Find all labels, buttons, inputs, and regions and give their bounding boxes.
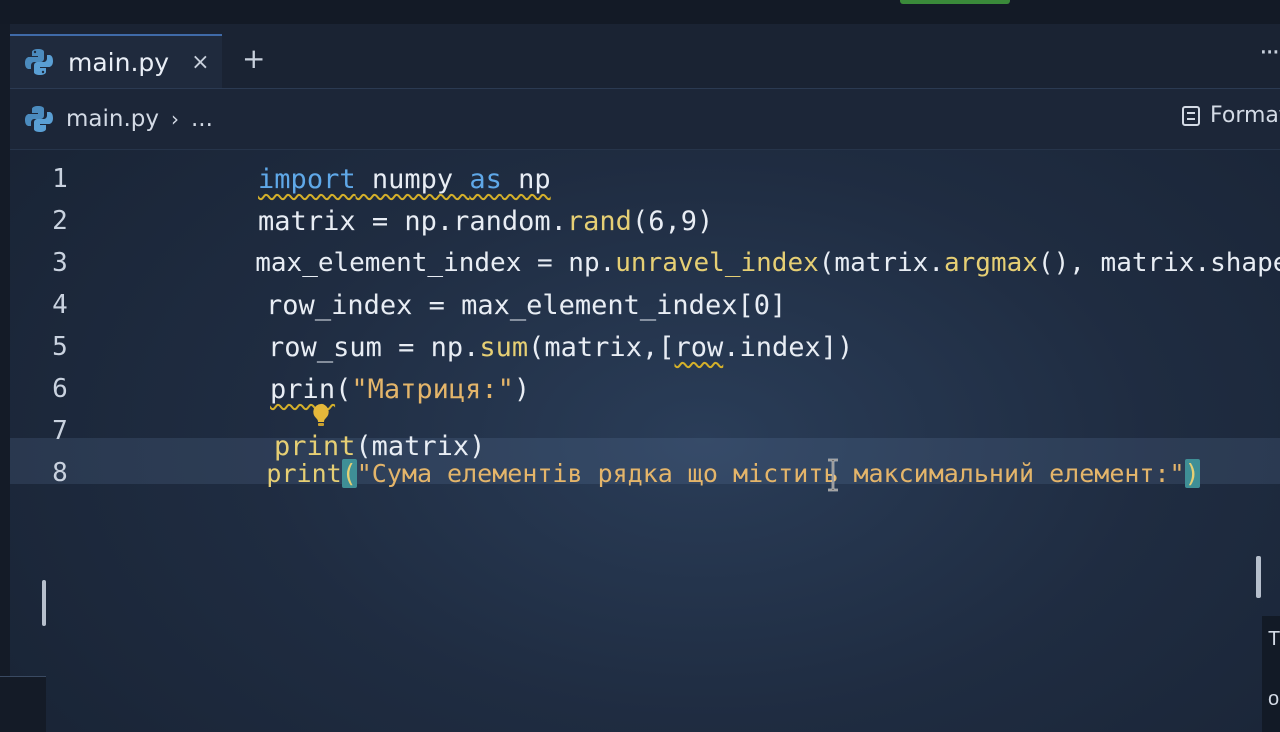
line-number: 7 xyxy=(52,416,68,446)
python-icon xyxy=(24,104,54,134)
tab-main-py[interactable]: main.py × xyxy=(10,34,222,88)
line-number: 6 xyxy=(52,374,68,404)
chevron-right-icon: › xyxy=(171,107,179,131)
code-token: row xyxy=(674,331,724,363)
matching-bracket: ( xyxy=(341,458,357,488)
more-actions-button[interactable]: ··· xyxy=(1259,38,1280,68)
line-number: 8 xyxy=(52,458,68,488)
line-number: 4 xyxy=(52,290,68,320)
side-panel-text: T xyxy=(1268,628,1280,650)
code-token: (matrix. xyxy=(818,248,944,278)
code-token: (), matrix.shape) xyxy=(1037,248,1280,278)
breadcrumb: main.py › ... xyxy=(24,104,213,134)
code-token: (matrix,[ xyxy=(528,331,675,363)
matching-bracket: ) xyxy=(1184,458,1200,488)
tab-bar: main.py × + ··· xyxy=(10,24,1280,89)
breadcrumb-file[interactable]: main.py xyxy=(66,106,159,132)
format-label: Format xyxy=(1210,103,1280,128)
title-strip xyxy=(0,0,1280,24)
code-token: print xyxy=(266,458,342,488)
line-number: 1 xyxy=(52,164,68,194)
add-tab-button[interactable]: + xyxy=(242,42,265,75)
close-icon[interactable]: × xyxy=(191,50,209,75)
editor-window: main.py × + ··· main.py › ... Format 1 i… xyxy=(0,0,1280,732)
code-token: argmax xyxy=(944,248,1038,278)
code-line-8[interactable]: 8 print("Сума елементів рядка що містить… xyxy=(10,452,1200,494)
side-panel: T o xyxy=(1262,616,1280,732)
scrollbar[interactable] xyxy=(1256,556,1261,598)
breadcrumb-more[interactable]: ... xyxy=(191,106,213,132)
side-panel-edge xyxy=(0,676,46,732)
line-number: 2 xyxy=(52,206,68,236)
python-icon xyxy=(24,47,54,77)
format-icon xyxy=(1182,105,1200,126)
code-token: .index]) xyxy=(723,331,854,363)
tab-label: main.py xyxy=(68,47,170,77)
format-button[interactable]: Format xyxy=(1182,103,1280,128)
line-number: 5 xyxy=(52,332,68,362)
side-panel-text: o xyxy=(1268,688,1280,710)
activity-bar-edge xyxy=(0,24,10,732)
code-editor[interactable]: 1 import numpy as np 2 matrix = np.rando… xyxy=(10,150,1280,732)
scrollbar[interactable] xyxy=(42,580,46,626)
code-token: "Сума елементів рядка що містить максима… xyxy=(356,458,1185,488)
status-indicator xyxy=(900,0,1010,4)
code-token: ) xyxy=(513,373,531,405)
line-number: 3 xyxy=(52,248,68,278)
text-cursor-icon xyxy=(828,458,838,492)
